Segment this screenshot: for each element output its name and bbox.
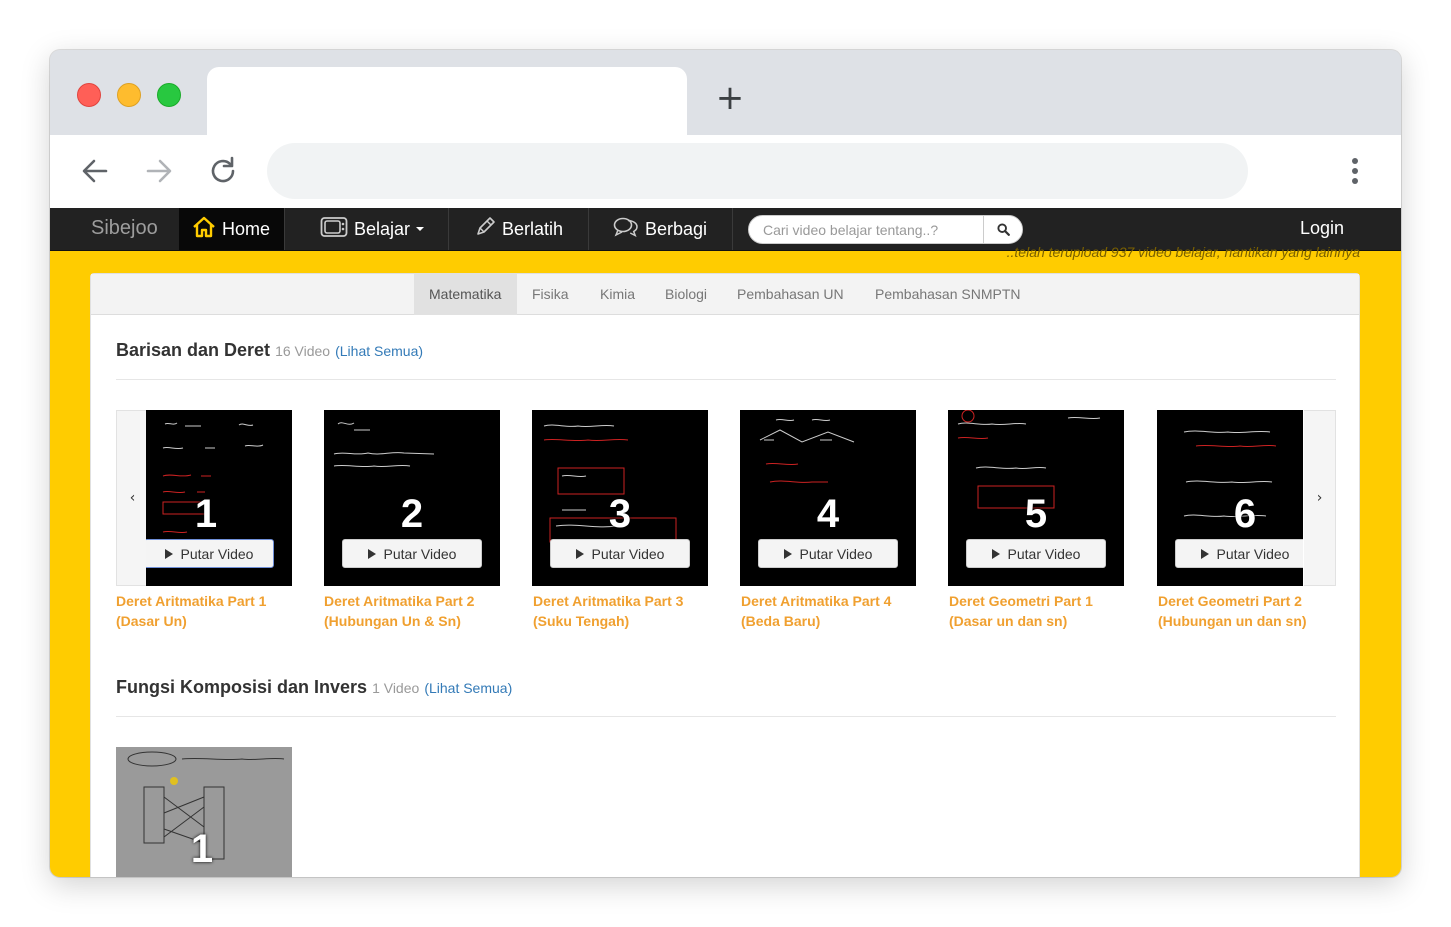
page-viewport: Sibejoo Home Belajar Berlatih Berbagi Ca… xyxy=(50,208,1401,877)
play-triangle-icon xyxy=(575,548,584,559)
chevron-right-icon[interactable]: › xyxy=(1304,410,1336,586)
video-number: 1 xyxy=(194,492,218,536)
video-number: 6 xyxy=(1233,492,1257,536)
section-title-fungsi: Fungsi Komposisi dan Invers 1 Video (Lih… xyxy=(116,677,512,698)
video-card[interactable]: 6 Putar Video xyxy=(1157,410,1303,586)
close-window-button[interactable] xyxy=(77,83,101,107)
video-count: 1 Video xyxy=(372,680,420,696)
video-card[interactable]: 4 Putar Video xyxy=(740,410,916,586)
play-video-button[interactable]: Putar Video xyxy=(342,539,482,568)
new-tab-button[interactable]: + xyxy=(714,81,746,115)
play-video-button[interactable]: Putar Video xyxy=(1175,539,1303,568)
video-count: 16 Video xyxy=(275,343,331,359)
nav-berbagi[interactable]: Berbagi xyxy=(613,208,707,250)
section-heading: Fungsi Komposisi dan Invers xyxy=(116,677,368,697)
browser-window: + Sibejoo Home Belajar Berlatih Berbagi … xyxy=(50,50,1401,877)
video-thumbnail[interactable]: 1 xyxy=(116,747,292,877)
play-video-button[interactable]: Putar Video xyxy=(146,539,274,568)
video-card[interactable]: 1 xyxy=(116,747,292,877)
play-video-button[interactable]: Putar Video xyxy=(966,539,1106,568)
video-thumbnail[interactable]: 6 Putar Video xyxy=(1157,410,1303,586)
kebab-menu-icon[interactable] xyxy=(1340,155,1370,187)
video-title-link[interactable]: Deret Aritmatika Part 3 (Suku Tengah) xyxy=(533,591,705,631)
section-heading: Barisan dan Deret xyxy=(116,340,271,360)
site-search xyxy=(748,215,1023,244)
video-card[interactable]: 3 Putar Video xyxy=(532,410,708,586)
video-title-link[interactable]: Deret Geometri Part 2 (Hubungan un dan s… xyxy=(1158,591,1338,631)
caret-down-icon xyxy=(416,227,425,231)
video-number: 4 xyxy=(816,492,840,536)
tab-biologi[interactable]: Biologi xyxy=(650,274,722,315)
see-all-link[interactable]: (Lihat Semua) xyxy=(424,680,512,696)
video-card[interactable]: 2 Putar Video xyxy=(324,410,500,586)
pencil-icon xyxy=(474,216,496,243)
video-number: 1 xyxy=(190,827,214,871)
maximize-window-button[interactable] xyxy=(157,83,181,107)
tab-fisika[interactable]: Fisika xyxy=(517,274,584,315)
video-title-link[interactable]: Deret Aritmatika Part 2 (Hubungan Un & S… xyxy=(324,591,496,631)
address-bar[interactable] xyxy=(267,143,1248,199)
video-thumbnail[interactable]: 3 Putar Video xyxy=(532,410,708,586)
video-thumbnail[interactable]: 4 Putar Video xyxy=(740,410,916,586)
video-number: 3 xyxy=(608,492,632,536)
login-link[interactable]: Login xyxy=(1300,218,1344,239)
minimize-window-button[interactable] xyxy=(117,83,141,107)
magnifier-icon xyxy=(997,223,1010,236)
browser-toolbar xyxy=(50,135,1401,208)
play-video-button[interactable]: Putar Video xyxy=(758,539,898,568)
section-divider xyxy=(116,379,1336,380)
chevron-left-icon[interactable]: ‹ xyxy=(116,410,148,586)
site-brand[interactable]: Sibejoo xyxy=(91,217,158,240)
tab-pembahasan-snmptn[interactable]: Pembahasan SNMPTN xyxy=(860,274,1036,315)
section-title-barisan: Barisan dan Deret 16 Video (Lihat Semua) xyxy=(116,340,423,361)
forward-arrow-icon[interactable] xyxy=(141,153,177,189)
reload-icon[interactable] xyxy=(205,153,241,189)
play-triangle-icon xyxy=(367,548,376,559)
video-card[interactable]: 1 Putar Video xyxy=(146,410,292,586)
tab-matematika[interactable]: Matematika xyxy=(414,274,517,315)
tv-icon xyxy=(320,216,348,243)
video-thumbnail[interactable]: 5 Putar Video xyxy=(948,410,1124,586)
section-divider xyxy=(116,716,1336,717)
nav-home[interactable]: Home xyxy=(179,208,284,250)
nav-belajar-label: Belajar xyxy=(354,218,411,239)
play-triangle-icon xyxy=(1200,548,1209,559)
nav-belajar-dropdown[interactable]: Belajar xyxy=(320,208,425,250)
nav-berlatih-label: Berlatih xyxy=(502,218,564,239)
video-thumbnail[interactable]: 1 Putar Video xyxy=(146,410,292,586)
video-carousel: ‹ › 1 Putar Video 2 Putar Video 3 Putar … xyxy=(116,410,1336,588)
nav-berbagi-label: Berbagi xyxy=(645,218,708,239)
nav-home-label: Home xyxy=(222,218,271,239)
play-video-button[interactable]: Putar Video xyxy=(550,539,690,568)
chat-bubbles-icon xyxy=(613,216,639,243)
subject-tabs: Matematika Fisika Kimia Biologi Pembahas… xyxy=(91,274,1359,315)
tab-strip: + xyxy=(50,50,1401,135)
upload-marquee: ..telah terupload 937 video belajar, nan… xyxy=(1006,244,1360,260)
play-triangle-icon xyxy=(164,548,173,559)
nav-berlatih[interactable]: Berlatih xyxy=(474,208,563,250)
search-button[interactable] xyxy=(983,216,1022,243)
video-title-link[interactable]: Deret Aritmatika Part 1 (Dasar Un) xyxy=(116,591,288,631)
video-thumbnail[interactable]: 2 Putar Video xyxy=(324,410,500,586)
tab-kimia[interactable]: Kimia xyxy=(585,274,650,315)
house-icon xyxy=(192,216,216,243)
active-tab[interactable] xyxy=(207,67,687,135)
play-triangle-icon xyxy=(991,548,1000,559)
video-title-link[interactable]: Deret Geometri Part 1 (Dasar un dan sn) xyxy=(949,591,1121,631)
video-card[interactable]: 5 Putar Video xyxy=(948,410,1124,586)
video-number: 2 xyxy=(400,492,424,536)
video-title-link[interactable]: Deret Aritmatika Part 4 (Beda Baru) xyxy=(741,591,913,631)
play-triangle-icon xyxy=(783,548,792,559)
see-all-link[interactable]: (Lihat Semua) xyxy=(335,343,423,359)
video-number: 5 xyxy=(1024,492,1048,536)
tab-pembahasan-un[interactable]: Pembahasan UN xyxy=(722,274,859,315)
content-panel: Matematika Fisika Kimia Biologi Pembahas… xyxy=(90,273,1360,877)
back-arrow-icon[interactable] xyxy=(77,153,113,189)
search-input[interactable] xyxy=(749,216,983,243)
